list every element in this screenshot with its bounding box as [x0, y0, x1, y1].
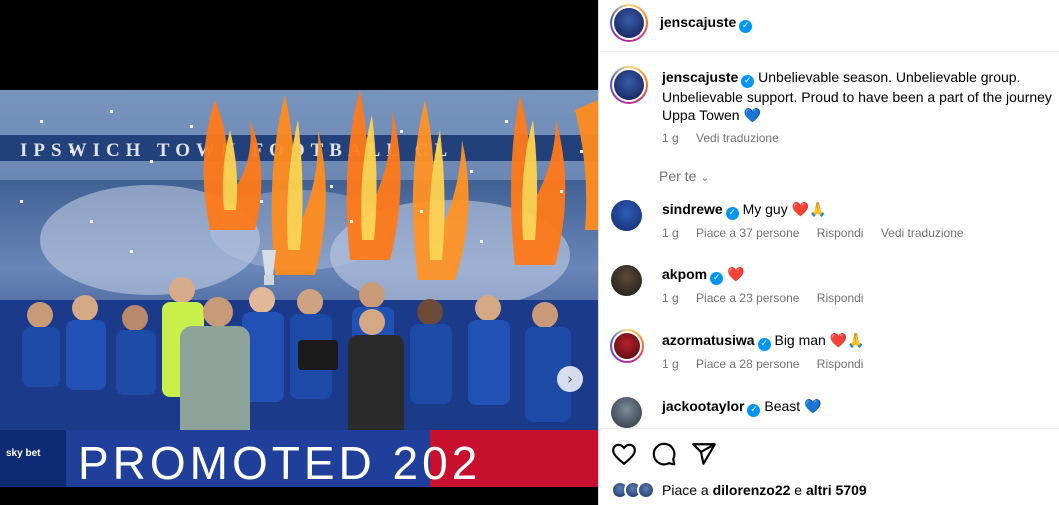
comment-text: jackootaylor ✓ Beast 💙 [662, 398, 822, 417]
comment-username[interactable]: jackootaylor [662, 398, 744, 414]
comment-text: sindrewe ✓ My guy ❤️🙏 [662, 201, 827, 220]
comment-likes-link[interactable]: Piace a 23 persone [696, 291, 799, 305]
post-actions: Piace a dilorenzo22 e altri 5709 [599, 428, 1059, 505]
post-header: jenscajuste ✓ [599, 0, 1059, 52]
comment-likes-link[interactable]: Piace a 37 persone [696, 226, 799, 240]
reply-button[interactable]: Rispondi [817, 357, 864, 371]
likes-summary[interactable]: Piace a dilorenzo22 e altri 5709 [611, 481, 867, 499]
author-username-link[interactable]: jenscajuste ✓ [660, 14, 753, 33]
author-avatar[interactable] [610, 4, 648, 42]
comment-text: azormatusiwa ✓ Big man ❤️🙏 [662, 332, 865, 351]
for-you-filter[interactable]: Per te ⌄ [659, 168, 709, 184]
post-caption: jenscajuste ✓ Unbelievable season. Unbeli… [662, 68, 1057, 124]
verified-badge-icon: ✓ [725, 207, 739, 220]
reply-button[interactable]: Rispondi [817, 226, 864, 240]
author-username[interactable]: jenscajuste [660, 14, 736, 30]
comment-icon[interactable] [651, 441, 677, 467]
likes-text[interactable]: Piace a dilorenzo22 e altri 5709 [662, 482, 867, 498]
verified-badge-icon: ✓ [739, 20, 753, 33]
post-photo[interactable]: IPSWICH TOWN FOOTBALL CL sky bet PROMOTE… [0, 90, 598, 487]
comment-item: akpom ✓ ❤️ 1 g Piace a 23 persone Rispond… [599, 266, 1059, 326]
comment-meta: 1 g Piace a 23 persone Rispondi [662, 291, 864, 305]
comment-meta: 1 g Piace a 37 persone Rispondi Vedi tra… [662, 226, 964, 240]
blue-heart-icon: 💙 [743, 107, 761, 123]
comment-item: azormatusiwa ✓ Big man ❤️🙏 1 g Piace a 28… [599, 332, 1059, 392]
comment-username[interactable]: azormatusiwa [662, 332, 755, 348]
comment-item: jackootaylor ✓ Beast 💙 [599, 398, 1059, 428]
verified-badge-icon: ✓ [757, 338, 771, 351]
caption-meta: 1 g Vedi traduzione [662, 131, 793, 145]
chevron-down-icon: ⌄ [700, 171, 710, 184]
media-viewer: IPSWICH TOWN FOOTBALL CL sky bet PROMOTE… [0, 0, 598, 505]
verified-badge-icon: ✓ [741, 75, 755, 88]
verified-badge-icon: ✓ [710, 272, 724, 285]
verified-badge-icon: ✓ [747, 404, 761, 417]
caption-time[interactable]: 1 g [662, 131, 679, 145]
comment-text: akpom ✓ ❤️ [662, 266, 744, 285]
comment-meta: 1 g Piace a 28 persone Rispondi [662, 357, 864, 371]
reply-button[interactable]: Rispondi [817, 291, 864, 305]
comment-item: sindrewe ✓ My guy ❤️🙏 1 g Piace a 37 pers… [599, 201, 1059, 261]
post-details-panel: jenscajuste ✓ jenscajuste ✓ Unbelievable s… [598, 0, 1059, 505]
liker-username[interactable]: dilorenzo22 [713, 482, 791, 498]
next-arrow-icon[interactable]: › [557, 366, 583, 392]
share-icon[interactable] [691, 441, 717, 467]
heart-pray-emoji: ❤️🙏 [791, 201, 827, 217]
comment-username[interactable]: sindrewe [662, 201, 723, 217]
red-heart-emoji: ❤️ [727, 266, 745, 282]
like-heart-icon[interactable] [611, 441, 637, 467]
celebration-photo-illustration: IPSWICH TOWN FOOTBALL CL sky bet PROMOTE… [0, 90, 598, 487]
sponsor-logo: sky bet [6, 448, 41, 459]
caption-username[interactable]: jenscajuste [662, 69, 738, 85]
caption-avatar[interactable] [610, 66, 648, 104]
other-likers-link[interactable]: altri 5709 [806, 482, 867, 498]
see-translation-link[interactable]: Vedi traduzione [881, 226, 964, 240]
comment-likes-link[interactable]: Piace a 28 persone [696, 357, 799, 371]
blue-heart-emoji: 💙 [804, 398, 822, 414]
comment-username[interactable]: akpom [662, 266, 707, 282]
for-you-label[interactable]: Per te [659, 168, 696, 184]
heart-pray-emoji: ❤️🙏 [829, 332, 865, 348]
see-translation-link[interactable]: Vedi traduzione [696, 131, 779, 145]
promoted-banner-text: PROMOTED 202 [78, 437, 481, 487]
liker-avatar [637, 481, 655, 499]
